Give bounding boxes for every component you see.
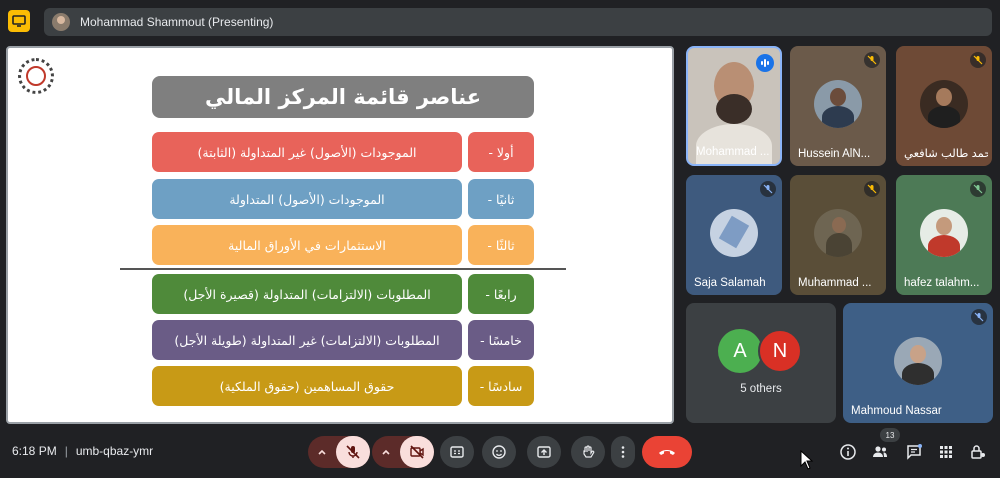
mic-off-icon [346, 445, 360, 459]
avatar [710, 209, 758, 257]
more-options-button[interactable] [611, 436, 635, 468]
participant-tile[interactable]: Muhammad ... [790, 175, 886, 295]
mic-off-icon [970, 181, 986, 197]
avatar: A [718, 329, 762, 373]
slide-row: الموجودات (الأصول) المتداولة ثانيًا - [152, 179, 534, 219]
captions-button[interactable] [440, 436, 474, 468]
top-bar: Mohammad Shammout (Presenting) [0, 0, 1000, 44]
bottom-toolbar: 6:18 PM | umb-qbaz-ymr 13 [0, 428, 1000, 478]
participant-name: محمد طالب شافعي... [904, 148, 988, 160]
present-icon [537, 446, 551, 458]
mic-off-icon [864, 52, 880, 68]
slide-row-text: المطلوبات (الالتزامات) غير المتداولة (طو… [152, 320, 462, 360]
presenter-banner[interactable]: Mohammad Shammout (Presenting) [44, 8, 992, 36]
leave-call-button[interactable] [642, 436, 692, 468]
participant-name: Mohammad ... [696, 146, 770, 158]
slide-row-number: ثانيًا - [468, 179, 534, 219]
chat-button[interactable] [902, 440, 926, 464]
participant-tile[interactable]: محمد طالب شافعي... [896, 46, 992, 166]
avatar: N [758, 329, 802, 373]
phone-hangup-icon [659, 450, 675, 455]
slide-row-number: سادسًا - [468, 366, 534, 406]
slide-row-number: ثالثًا - [468, 225, 534, 265]
avatar [920, 80, 968, 128]
mic-off-icon [760, 181, 776, 197]
speaking-indicator-icon [756, 54, 774, 72]
people-icon [873, 446, 887, 457]
activities-button[interactable] [934, 440, 958, 464]
university-logo [18, 58, 54, 94]
slide-row-number: رابعًا - [468, 274, 534, 314]
slide-title: عناصر قائمة المركز المالي [152, 76, 534, 118]
participant-name: Hussein AlN... [798, 148, 871, 160]
chevron-up-icon[interactable] [308, 436, 336, 468]
mic-toggle-button[interactable] [336, 436, 370, 468]
hand-icon [583, 445, 595, 458]
avatar [814, 80, 862, 128]
apps-grid-icon [940, 446, 952, 458]
meeting-code[interactable]: umb-qbaz-ymr [76, 444, 153, 458]
microphone-control [308, 436, 370, 468]
camera-off-icon [410, 445, 424, 459]
meeting-info: 6:18 PM | umb-qbaz-ymr [12, 444, 153, 458]
mic-off-icon [970, 52, 986, 68]
people-button[interactable] [868, 440, 892, 464]
slide-row-text: المطلوبات (الالتزامات) المتداولة (قصيرة … [152, 274, 462, 314]
others-tile[interactable]: A N 5 others [686, 303, 836, 423]
presentation-slide: عناصر قائمة المركز المالي الموجودات (الأ… [6, 46, 674, 424]
avatar [920, 209, 968, 257]
presenter-avatar [52, 13, 70, 31]
participant-name: Mahmoud Nassar [851, 405, 942, 417]
mic-off-icon [864, 181, 880, 197]
captions-icon [450, 446, 464, 458]
meet-window: Mohammad Shammout (Presenting) عناصر قائ… [0, 0, 1000, 478]
separator: | [64, 444, 68, 458]
mic-off-icon [971, 309, 987, 325]
lock-person-icon [971, 445, 985, 459]
participant-name: hafez talahm... [904, 277, 980, 289]
slide-row-number: أولا - [468, 132, 534, 172]
participant-tile[interactable]: Mohammad ... [686, 46, 782, 166]
reactions-button[interactable] [482, 436, 516, 468]
chat-icon [907, 444, 922, 460]
slide-divider [120, 268, 566, 270]
slide-row-text: الاستثمارات في الأوراق المالية [152, 225, 462, 265]
present-button[interactable] [527, 436, 561, 468]
others-label: 5 others [740, 383, 782, 395]
people-count-badge: 13 [880, 428, 900, 442]
slide-row-number: خامسًا - [468, 320, 534, 360]
slide-row-text: الموجودات (الأصول) المتداولة [152, 179, 462, 219]
host-controls-button[interactable] [966, 440, 990, 464]
participant-tile[interactable]: Hussein AlN... [790, 46, 886, 166]
participant-tile[interactable]: Mahmoud Nassar [843, 303, 993, 423]
info-icon [840, 444, 856, 460]
slide-row: الاستثمارات في الأوراق المالية ثالثًا - [152, 225, 534, 265]
avatar [814, 209, 862, 257]
more-vert-icon [621, 446, 625, 458]
presenter-name: Mohammad Shammout (Presenting) [80, 15, 274, 29]
chevron-up-icon[interactable] [372, 436, 400, 468]
emoji-icon [492, 445, 506, 459]
slide-row-text: حقوق المساهمين (حقوق الملكية) [152, 366, 462, 406]
participant-name: Saja Salamah [694, 277, 766, 289]
camera-toggle-button[interactable] [400, 436, 434, 468]
slide-row: المطلوبات (الالتزامات) غير المتداولة (طو… [152, 320, 534, 360]
slide-row: المطلوبات (الالتزامات) المتداولة (قصيرة … [152, 274, 534, 314]
raise-hand-button[interactable] [571, 436, 605, 468]
slide-row: حقوق المساهمين (حقوق الملكية) سادسًا - [152, 366, 534, 406]
camera-control [372, 436, 434, 468]
clock-time: 6:18 PM [12, 444, 57, 458]
participant-tile[interactable]: hafez talahm... [896, 175, 992, 295]
slide-row: الموجودات (الأصول) غير المتداولة (الثابت… [152, 132, 534, 172]
meeting-details-button[interactable] [836, 440, 860, 464]
presentation-icon [8, 10, 30, 32]
slide-row-text: الموجودات (الأصول) غير المتداولة (الثابت… [152, 132, 462, 172]
mouse-cursor-icon [800, 450, 814, 470]
participant-tile[interactable]: Saja Salamah [686, 175, 782, 295]
avatar [894, 337, 942, 385]
participant-name: Muhammad ... [798, 277, 872, 289]
